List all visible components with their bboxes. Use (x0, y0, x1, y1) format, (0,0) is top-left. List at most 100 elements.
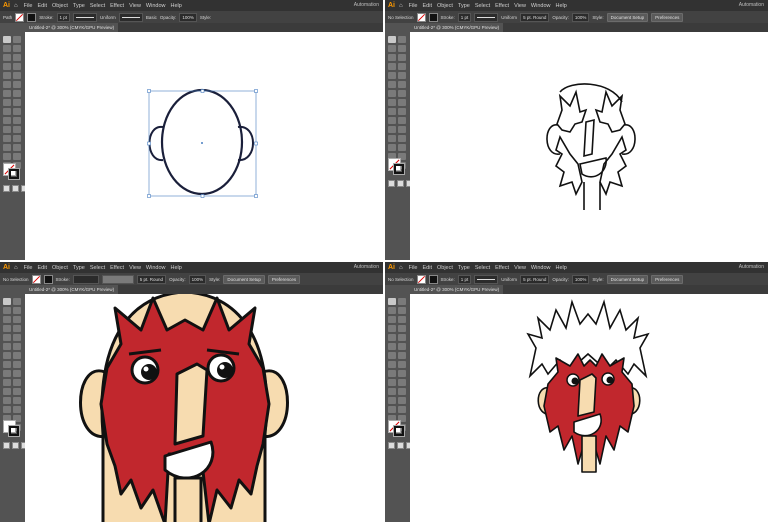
stroke-weight-field[interactable]: 1 pt (457, 12, 472, 22)
document-setup-button[interactable]: Document Setup (606, 274, 649, 284)
home-icon[interactable]: ⌂ (14, 265, 18, 271)
menu-object[interactable]: Object (437, 265, 453, 271)
stroke-weight-field[interactable] (72, 274, 99, 284)
tool-button[interactable] (388, 388, 396, 395)
tool-button[interactable] (3, 99, 11, 106)
tool-button[interactable] (3, 90, 11, 97)
tool-button[interactable] (3, 153, 11, 160)
tool-button[interactable] (398, 81, 406, 88)
document-setup-button[interactable]: Document Setup (606, 12, 649, 22)
handle-ml[interactable] (147, 141, 151, 146)
tool-button[interactable] (388, 298, 396, 305)
tool-button[interactable] (398, 135, 406, 142)
tool-button[interactable] (13, 108, 21, 115)
home-icon[interactable]: ⌂ (399, 265, 403, 271)
menu-effect[interactable]: Effect (110, 3, 124, 9)
menu-file[interactable]: File (409, 3, 418, 9)
stroke-swatch[interactable] (428, 12, 438, 22)
tool-button[interactable] (13, 153, 21, 160)
preferences-button[interactable]: Preferences (651, 274, 684, 284)
tool-button[interactable] (3, 343, 11, 350)
menu-view[interactable]: View (129, 265, 141, 271)
menu-file[interactable]: File (409, 265, 418, 271)
tool-button[interactable] (13, 99, 21, 106)
tool-button[interactable] (388, 117, 396, 124)
tool-button[interactable] (388, 126, 396, 133)
opacity-field[interactable]: 100% (571, 12, 590, 22)
handle-tl[interactable] (147, 89, 151, 93)
workspace-label[interactable]: Automation (354, 2, 379, 8)
tool-button[interactable] (388, 135, 396, 142)
stroke-box[interactable] (8, 168, 20, 180)
tool-button[interactable] (398, 45, 406, 52)
menu-file[interactable]: File (24, 3, 33, 9)
menu-view[interactable]: View (514, 3, 526, 9)
tool-button[interactable] (398, 379, 406, 386)
tool-button[interactable] (388, 72, 396, 79)
menu-edit[interactable]: Edit (423, 265, 432, 271)
tool-button[interactable] (3, 361, 11, 368)
tool-button[interactable] (398, 397, 406, 404)
tool-button[interactable] (13, 325, 21, 332)
tool-button[interactable] (3, 352, 11, 359)
fill-stroke-widget[interactable] (3, 420, 21, 438)
tool-button[interactable] (398, 361, 406, 368)
handle-bm[interactable] (200, 194, 205, 198)
handle-tm[interactable] (200, 89, 205, 93)
tool-button[interactable] (398, 316, 406, 323)
document-tab[interactable]: Untitled-2* @ 300% (CMYK/GPU Preview) (410, 285, 504, 294)
tool-button[interactable] (388, 370, 396, 377)
menu-file[interactable]: File (24, 265, 33, 271)
stroke-box[interactable] (393, 425, 405, 437)
tool-button[interactable] (388, 307, 396, 314)
tool-button[interactable] (13, 406, 21, 413)
tool-button[interactable] (398, 117, 406, 124)
menu-select[interactable]: Select (90, 265, 105, 271)
handle-br[interactable] (254, 194, 258, 198)
tool-button[interactable] (398, 126, 406, 133)
brush-field[interactable]: 5 pt. Round (520, 12, 550, 22)
tool-button[interactable] (398, 352, 406, 359)
tool-button[interactable] (3, 135, 11, 142)
menu-object[interactable]: Object (52, 3, 68, 9)
tool-button[interactable] (398, 406, 406, 413)
stroke-swatch[interactable] (27, 12, 37, 22)
menu-view[interactable]: View (129, 3, 141, 9)
workspace-label[interactable]: Automation (739, 2, 764, 8)
tool-button[interactable] (13, 36, 21, 43)
tool-button[interactable] (13, 72, 21, 79)
home-icon[interactable]: ⌂ (399, 3, 403, 9)
workspace-label[interactable]: Automation (354, 264, 379, 270)
tool-button[interactable] (3, 54, 11, 61)
fill-swatch[interactable] (15, 12, 25, 22)
tool-button[interactable] (388, 45, 396, 52)
stroke-swatch[interactable] (428, 274, 438, 284)
tool-button[interactable] (398, 334, 406, 341)
tool-button[interactable] (388, 81, 396, 88)
menu-type[interactable]: Type (73, 3, 85, 9)
opacity-field[interactable]: 100% (571, 274, 590, 284)
tool-button[interactable] (13, 352, 21, 359)
fill-swatch[interactable] (31, 274, 41, 284)
menu-help[interactable]: Help (170, 265, 181, 271)
stroke-weight-field[interactable]: 1 pt (457, 274, 472, 284)
tool-button[interactable] (13, 343, 21, 350)
tool-button[interactable] (388, 63, 396, 70)
tool-button[interactable] (388, 352, 396, 359)
menu-help[interactable]: Help (170, 3, 181, 9)
tool-button[interactable] (13, 370, 21, 377)
tool-button[interactable] (388, 99, 396, 106)
menu-select[interactable]: Select (475, 265, 490, 271)
opacity-field[interactable]: 100% (179, 12, 197, 22)
menu-window[interactable]: Window (146, 265, 166, 271)
document-setup-button[interactable]: Document Setup (223, 274, 265, 284)
stroke-swatch[interactable] (43, 274, 53, 284)
tool-button[interactable] (3, 36, 11, 43)
variable-width-profile[interactable] (474, 12, 499, 22)
tool-button[interactable] (398, 144, 406, 151)
document-tab[interactable]: Untitled-2* @ 300% (CMYK/GPU Preview) (25, 285, 119, 294)
tool-button[interactable] (13, 135, 21, 142)
tool-button[interactable] (398, 54, 406, 61)
stroke-weight-field[interactable]: 1 pt (56, 12, 71, 22)
document-tab[interactable]: Untitled-2* @ 300% (CMYK/GPU Preview) (410, 23, 504, 32)
